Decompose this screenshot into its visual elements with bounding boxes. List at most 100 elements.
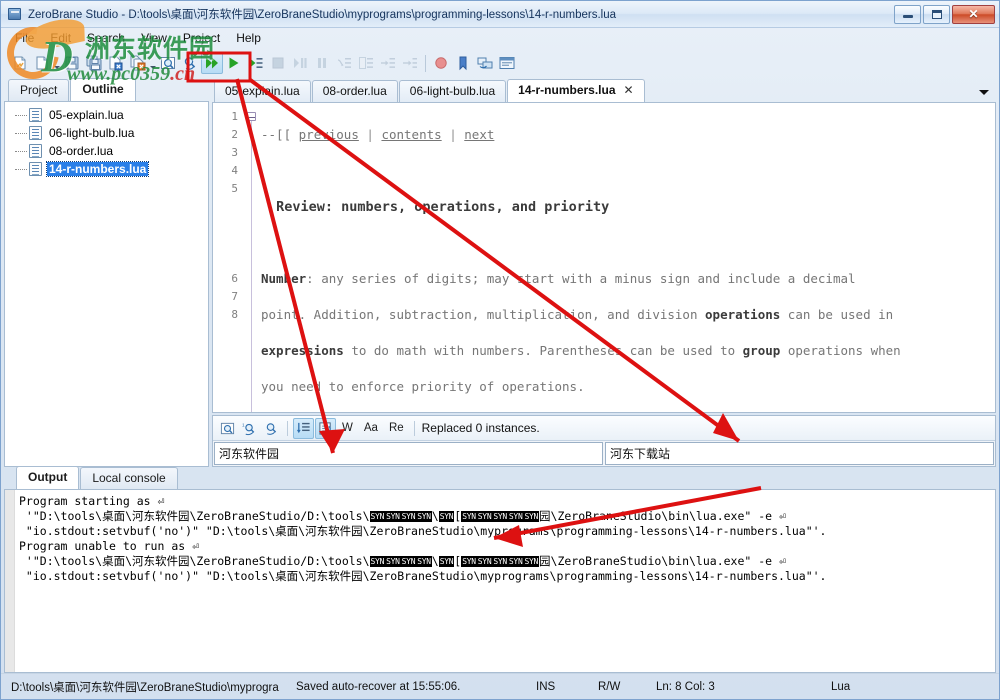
output-line: '"D:\tools\桌面\河东软件园\ZeroBraneStudio/D:\t… bbox=[19, 509, 995, 524]
code-line-3: Review: numbers, operations, and priorit… bbox=[261, 198, 995, 216]
output-text-run: "io.stdout:setvbuf('no')" "D:\tools\桌面\河… bbox=[19, 524, 827, 538]
status-bar: D:\tools\桌面\河东软件园\ZeroBraneStudio\myprog… bbox=[1, 673, 999, 699]
pause-icon[interactable] bbox=[311, 52, 333, 74]
code-line-5a: Number: any series of digits; may start … bbox=[261, 270, 995, 288]
save-icon[interactable] bbox=[61, 52, 83, 74]
code-line-5b: point. Addition, subtraction, multiplica… bbox=[261, 306, 995, 324]
step-out-icon[interactable] bbox=[355, 52, 377, 74]
close-button[interactable]: ✕ bbox=[952, 4, 995, 24]
control-char-glyph: SYN bbox=[400, 511, 417, 522]
line-number-gutter: 1 2 3 4 5 6 7 8 bbox=[213, 103, 243, 412]
status-rw-mode: R/W bbox=[598, 680, 621, 693]
link-next[interactable]: next bbox=[464, 127, 494, 142]
find-next-icon[interactable]: 1 bbox=[239, 418, 260, 439]
lua-file-icon bbox=[29, 108, 42, 122]
close-dropdown-icon[interactable] bbox=[149, 52, 157, 74]
new-file-icon[interactable] bbox=[9, 52, 31, 74]
carriage-return-glyph: ⏎ bbox=[157, 494, 165, 508]
list-item[interactable]: 08-order.lua bbox=[5, 142, 208, 160]
tab-output[interactable]: Output bbox=[16, 466, 80, 489]
list-item[interactable]: 06-light-bulb.lua bbox=[5, 124, 208, 142]
link-previous[interactable]: previous bbox=[299, 127, 359, 142]
editor-tab-active[interactable]: 14-r-numbers.lua ✕ bbox=[507, 79, 645, 102]
replace-all-icon[interactable] bbox=[315, 417, 336, 439]
find-separator bbox=[287, 420, 288, 436]
save-all-icon[interactable] bbox=[83, 52, 105, 74]
trace-icon[interactable] bbox=[399, 52, 421, 74]
editor-tab[interactable]: 06-light-bulb.lua bbox=[398, 80, 507, 102]
output-text[interactable]: Program starting as ⏎ '"D:\tools\桌面\河东软件… bbox=[15, 490, 995, 672]
code-line-5c: expressions to do math with numbers. Par… bbox=[261, 342, 995, 360]
run-icon[interactable] bbox=[201, 52, 223, 74]
fold-collapse-icon[interactable] bbox=[246, 112, 256, 121]
maximize-button[interactable] bbox=[923, 4, 950, 24]
editor-tab[interactable]: 05-explain.lua bbox=[214, 80, 311, 102]
output-console[interactable]: Program starting as ⏎ '"D:\tools\桌面\河东软件… bbox=[4, 489, 996, 673]
output-line: Program unable to run as ⏎ bbox=[19, 539, 995, 554]
output-text-run: [ bbox=[454, 509, 462, 523]
list-item[interactable]: 05-explain.lua bbox=[5, 106, 208, 124]
chevron-down-icon[interactable] bbox=[976, 82, 992, 102]
menu-view[interactable]: View bbox=[134, 29, 176, 48]
fold-margin[interactable] bbox=[243, 103, 259, 412]
step-run-to-icon[interactable] bbox=[245, 52, 267, 74]
step-into-icon[interactable] bbox=[333, 52, 355, 74]
link-contents[interactable]: contents bbox=[381, 127, 441, 142]
menu-search[interactable]: Search bbox=[80, 29, 134, 48]
step-over-icon[interactable] bbox=[289, 52, 311, 74]
editor-tab[interactable]: 08-order.lua bbox=[311, 80, 398, 102]
stop-icon[interactable] bbox=[267, 52, 289, 74]
tab-local-console[interactable]: Local console bbox=[80, 467, 178, 489]
close-file-icon[interactable] bbox=[105, 52, 127, 74]
output-text-run: Program unable to run as bbox=[19, 539, 193, 553]
code-text[interactable]: --[[ previous | contents | next Review: … bbox=[259, 103, 995, 412]
tab-project[interactable]: Project bbox=[8, 79, 70, 101]
match-case-toggle[interactable]: Aa bbox=[359, 422, 383, 434]
open-dropdown-icon[interactable] bbox=[53, 52, 61, 74]
editor-tab-label: 06-light-bulb.lua bbox=[409, 84, 496, 98]
minimize-button[interactable] bbox=[894, 4, 921, 24]
title-bar: ZeroBrane Studio - D:\tools\桌面\河东软件园\Zer… bbox=[1, 1, 999, 28]
menu-edit[interactable]: Edit bbox=[43, 29, 80, 48]
line-number: 5 bbox=[231, 182, 238, 195]
replace-next-icon[interactable] bbox=[293, 417, 314, 439]
bookmark-icon[interactable] bbox=[452, 52, 474, 74]
line-number: 1 bbox=[231, 110, 238, 123]
watch-view-icon[interactable] bbox=[496, 52, 518, 74]
stack-view-icon[interactable] bbox=[474, 52, 496, 74]
breakpoint-icon[interactable] bbox=[430, 52, 452, 74]
find-icon[interactable] bbox=[217, 418, 238, 439]
output-text-run: \ bbox=[431, 509, 439, 523]
zerobrane-icon bbox=[7, 6, 23, 22]
paragraph-text: can be used in bbox=[780, 307, 894, 322]
code-editor[interactable]: 1 2 3 4 5 6 7 8 --[[ previous | contents… bbox=[212, 102, 996, 413]
editor-tabs: 05-explain.lua 08-order.lua 06-light-bul… bbox=[212, 79, 996, 102]
find-separator bbox=[413, 420, 415, 436]
menu-file[interactable]: File bbox=[8, 29, 43, 48]
lua-file-icon bbox=[29, 162, 42, 176]
replace-input[interactable]: 河东下载站 bbox=[605, 442, 994, 465]
editor-tab-label: 14-r-numbers.lua bbox=[518, 83, 616, 97]
file-tree[interactable]: 05-explain.lua 06-light-bulb.lua 08-orde… bbox=[4, 101, 209, 467]
lua-file-icon bbox=[29, 126, 42, 140]
step-next-icon[interactable] bbox=[377, 52, 399, 74]
lua-file-icon bbox=[29, 144, 42, 158]
find-icon[interactable] bbox=[157, 52, 179, 74]
control-char-glyph: SYN bbox=[523, 511, 540, 522]
line-number: 3 bbox=[231, 146, 238, 159]
list-item[interactable]: 14-r-numbers.lua bbox=[5, 160, 208, 178]
tab-outline[interactable]: Outline bbox=[70, 78, 136, 101]
carriage-return-glyph: ⏎ bbox=[779, 509, 786, 523]
output-text-run: "io.stdout:setvbuf('no')" "D:\tools\桌面\河… bbox=[19, 569, 827, 583]
menu-help[interactable]: Help bbox=[229, 29, 270, 48]
open-file-icon[interactable] bbox=[31, 52, 53, 74]
menu-project[interactable]: Project bbox=[176, 29, 229, 48]
debug-start-icon[interactable] bbox=[223, 52, 245, 74]
close-tab-icon[interactable]: ✕ bbox=[624, 83, 634, 97]
find-previous-icon[interactable] bbox=[261, 418, 282, 439]
find-input[interactable]: 河东软件园 bbox=[214, 442, 603, 465]
whole-word-toggle[interactable]: W bbox=[337, 422, 358, 434]
close-all-icon[interactable] bbox=[127, 52, 149, 74]
regex-toggle[interactable]: Re bbox=[384, 422, 409, 434]
replace-icon[interactable] bbox=[179, 52, 201, 74]
